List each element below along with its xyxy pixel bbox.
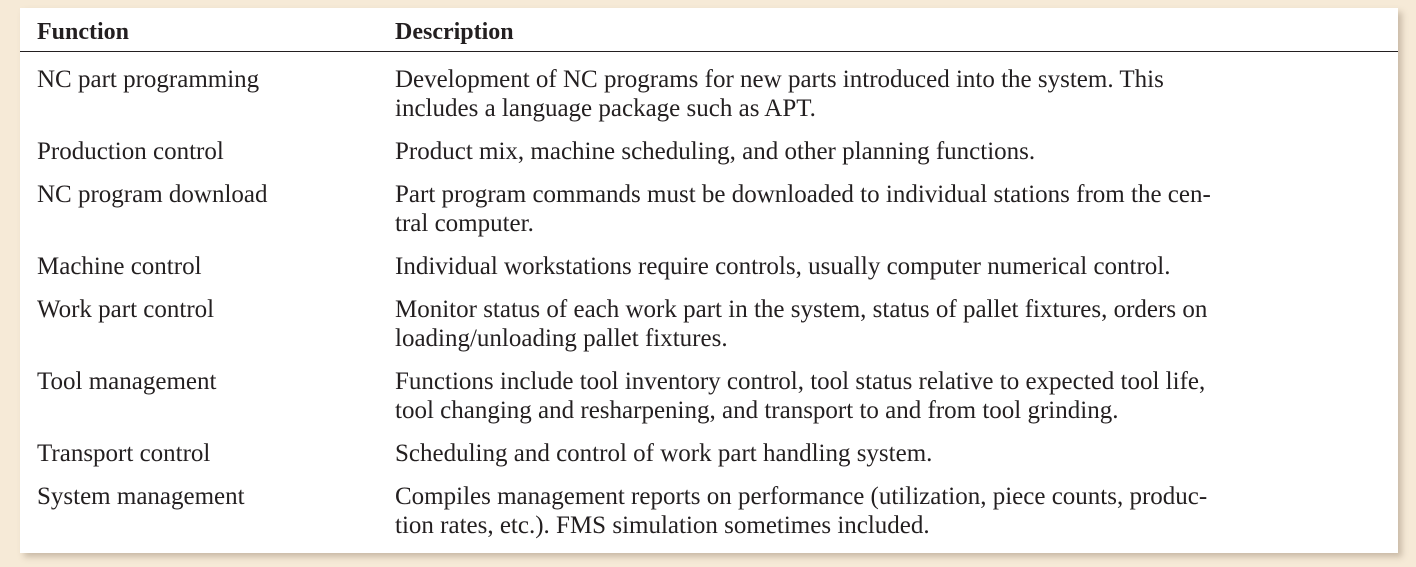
- function-cell: Production control: [37, 138, 224, 165]
- description-cell: Functions include tool inventory control…: [395, 367, 1370, 425]
- table-row: Work part control Monitor status of each …: [20, 295, 1398, 367]
- description-line: Monitor status of each work part in the …: [395, 296, 1208, 323]
- function-cell: Tool management: [37, 368, 217, 395]
- function-cell: NC part programming: [37, 66, 260, 93]
- description-cell: Scheduling and control of work part hand…: [395, 439, 1370, 468]
- table-row: Production control Product mix, machine s…: [20, 137, 1398, 180]
- description-line: Individual workstations require controls…: [395, 253, 1171, 280]
- page-frame: Function Description NC part programming…: [0, 0, 1416, 567]
- description-cell: Individual workstations require controls…: [395, 252, 1370, 281]
- function-cell: NC program download: [37, 181, 268, 208]
- table-row: NC part programming Development of NC pro…: [20, 65, 1398, 137]
- description-cell: Development of NC programs for new parts…: [395, 65, 1370, 123]
- function-cell: Work part control: [37, 296, 215, 323]
- table-row: Transport control Scheduling and control …: [20, 439, 1398, 482]
- description-line: Compiles management reports on performan…: [395, 483, 1208, 510]
- description-line: Product mix, machine scheduling, and oth…: [395, 138, 1036, 165]
- description-cell: Compiles management reports on performan…: [395, 482, 1370, 540]
- table-body: NC part programming Development of NC pro…: [20, 65, 1398, 554]
- table-row: System management Compiles management rep…: [20, 482, 1398, 554]
- table-row: NC program download Part program commands…: [20, 180, 1398, 252]
- table-row: Tool management Functions include tool in…: [20, 367, 1398, 439]
- description-line: tral computer.: [395, 210, 534, 237]
- description-cell: Monitor status of each work part in the …: [395, 295, 1370, 353]
- description-cell: Product mix, machine scheduling, and oth…: [395, 137, 1370, 166]
- description-line: tion rates, etc.). FMS simulation someti…: [395, 512, 930, 539]
- description-line: Scheduling and control of work part hand…: [395, 440, 933, 467]
- description-cell: Part program commands must be downloaded…: [395, 180, 1370, 238]
- function-cell: Transport control: [37, 440, 211, 467]
- table-header: Function Description: [20, 8, 1398, 52]
- function-cell: Machine control: [37, 253, 202, 280]
- description-line: tool changing and resharpening, and tran…: [395, 397, 1119, 424]
- header-description: Description: [395, 19, 514, 45]
- table-row: Machine control Individual workstations r…: [20, 252, 1398, 295]
- function-cell: System management: [37, 483, 245, 510]
- description-line: Development of NC programs for new parts…: [395, 66, 1164, 93]
- description-line: includes a language package such as APT.: [395, 95, 816, 122]
- description-line: Part program commands must be downloaded…: [395, 181, 1211, 208]
- function-table: Function Description NC part programming…: [20, 8, 1398, 553]
- description-line: Functions include tool inventory control…: [395, 368, 1206, 395]
- description-line: loading/unloading pallet fixtures.: [395, 325, 728, 352]
- header-function: Function: [37, 19, 130, 45]
